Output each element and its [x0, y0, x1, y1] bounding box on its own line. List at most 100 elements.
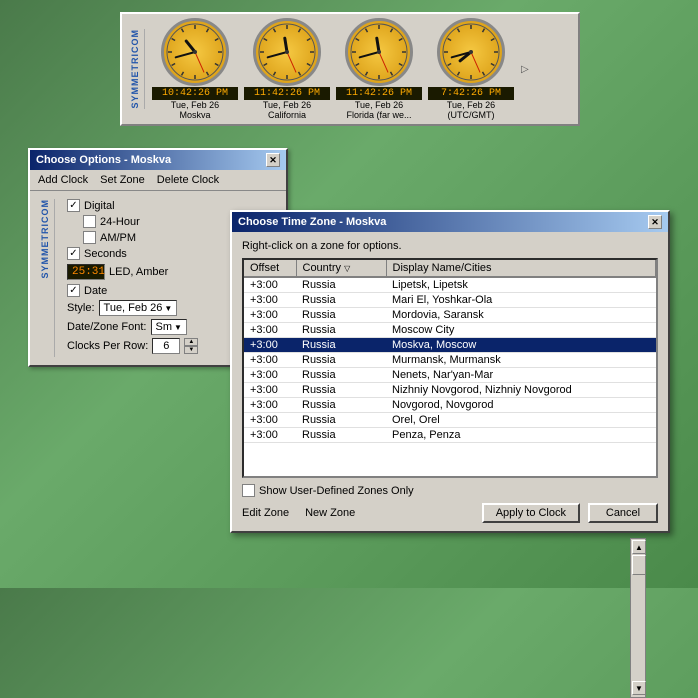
- date-label: Date: [84, 285, 107, 297]
- cell-offset: +3:00: [244, 293, 296, 308]
- clock-date-0: Tue, Feb 26: [171, 100, 219, 110]
- cell-offset: +3:00: [244, 383, 296, 398]
- clocks-per-row-label: Clocks Per Row:: [67, 340, 148, 352]
- led-preview: 25:31: [67, 264, 105, 280]
- edit-zone-btn[interactable]: Edit Zone: [242, 507, 289, 519]
- tz-close-button[interactable]: ✕: [648, 215, 662, 229]
- cell-displayname: Murmansk, Murmansk: [386, 353, 656, 368]
- font-select-arrow: ▼: [174, 323, 182, 332]
- digital-label: Digital: [84, 200, 115, 212]
- cell-displayname: Lipetsk, Lipetsk: [386, 277, 656, 293]
- scroll-arrow[interactable]: ▷: [521, 64, 529, 75]
- ampm-checkbox[interactable]: [83, 231, 96, 244]
- options-logo: Symmetricom: [40, 199, 55, 357]
- date-checkbox[interactable]: ✓: [67, 284, 80, 297]
- table-row[interactable]: +3:00 Russia Mordovia, Saransk: [244, 308, 656, 323]
- table-row[interactable]: +3:00 Russia Novgorod, Novgorod: [244, 398, 656, 413]
- table-row[interactable]: +3:00 Russia Lipetsk, Lipetsk: [244, 277, 656, 293]
- cell-country: Russia: [296, 323, 386, 338]
- col-country[interactable]: Country ▽: [296, 260, 386, 277]
- clock-date-1: Tue, Feb 26: [263, 100, 311, 110]
- tz-scrollbar[interactable]: ▲ ▼: [630, 538, 646, 698]
- tz-body: Right-click on a zone for options. Offse…: [232, 232, 668, 531]
- clock-time-2: 11:42:26 PM: [336, 87, 422, 100]
- tz-table-container[interactable]: Offset Country ▽ Display Name/Cities +3:…: [242, 258, 658, 478]
- table-row[interactable]: +3:00 Russia Moskva, Moscow: [244, 338, 656, 353]
- delete-clock-menu[interactable]: Delete Clock: [157, 174, 219, 186]
- style-select-arrow: ▼: [164, 304, 172, 313]
- new-zone-btn[interactable]: New Zone: [305, 507, 355, 519]
- style-select[interactable]: Tue, Feb 26 ▼: [99, 300, 178, 316]
- clock-date-2: Tue, Feb 26: [355, 100, 403, 110]
- cell-offset: +3:00: [244, 308, 296, 323]
- seconds-checkbox[interactable]: ✓: [67, 247, 80, 260]
- user-zones-row: Show User-Defined Zones Only: [242, 484, 658, 497]
- hour24-checkbox[interactable]: [83, 215, 96, 228]
- clock-time-1: 11:42:26 PM: [244, 87, 330, 100]
- clock-item-1[interactable]: 11:42:26 PM Tue, Feb 26 California: [243, 18, 331, 120]
- ampm-label: AM/PM: [100, 232, 136, 244]
- user-zones-checkbox[interactable]: [242, 484, 255, 497]
- cell-offset: +3:00: [244, 413, 296, 428]
- cell-country: Russia: [296, 338, 386, 353]
- cell-country: Russia: [296, 413, 386, 428]
- set-zone-menu[interactable]: Set Zone: [100, 174, 145, 186]
- cell-offset: +3:00: [244, 353, 296, 368]
- table-row[interactable]: +3:00 Russia Moscow City: [244, 323, 656, 338]
- options-title: Choose Options - Moskva: [36, 154, 171, 166]
- cell-country: Russia: [296, 383, 386, 398]
- brand-logo: Symmetricom: [130, 29, 145, 109]
- scroll-thumb[interactable]: [632, 555, 646, 575]
- clock-label-2: Florida (far we...: [346, 110, 411, 120]
- cell-displayname: Nizhniy Novgorod, Nizhniy Novgorod: [386, 383, 656, 398]
- clock-time-0: 10:42:26 PM: [152, 87, 238, 100]
- cell-displayname: Orel, Orel: [386, 413, 656, 428]
- tz-hint: Right-click on a zone for options.: [242, 240, 658, 252]
- tz-footer-right: Apply to Clock Cancel: [482, 503, 658, 523]
- options-titlebar: Choose Options - Moskva ✕: [30, 150, 286, 170]
- clock-bar: Symmetricom 10:42:26 PM Tue, Feb 26 Mosk…: [120, 12, 580, 126]
- clock-item-0[interactable]: 10:42:26 PM Tue, Feb 26 Moskva: [151, 18, 239, 120]
- spinner-down[interactable]: ▼: [184, 346, 198, 354]
- clock-time-3: 7:42:26 PM: [428, 87, 514, 100]
- table-row[interactable]: +3:00 Russia Mari El, Yoshkar-Ola: [244, 293, 656, 308]
- cell-country: Russia: [296, 293, 386, 308]
- clock-label-1: California: [268, 110, 306, 120]
- table-row[interactable]: +3:00 Russia Penza, Penza: [244, 428, 656, 443]
- cell-offset: +3:00: [244, 323, 296, 338]
- clock-item-3[interactable]: 7:42:26 PM Tue, Feb 26 (UTC/GMT): [427, 18, 515, 120]
- font-select[interactable]: Sm ▼: [151, 319, 187, 335]
- col-offset[interactable]: Offset: [244, 260, 296, 277]
- table-row[interactable]: +3:00 Russia Orel, Orel: [244, 413, 656, 428]
- led-type-label: LED, Amber: [109, 266, 168, 278]
- cell-displayname: Penza, Penza: [386, 428, 656, 443]
- tz-footer: Edit Zone New Zone Apply to Clock Cancel: [242, 503, 658, 523]
- spinner-up[interactable]: ▲: [184, 338, 198, 346]
- cell-offset: +3:00: [244, 338, 296, 353]
- digital-checkbox[interactable]: ✓: [67, 199, 80, 212]
- add-clock-menu[interactable]: Add Clock: [38, 174, 88, 186]
- font-label: Date/Zone Font:: [67, 321, 147, 333]
- cell-displayname: Mari El, Yoshkar-Ola: [386, 293, 656, 308]
- cell-offset: +3:00: [244, 428, 296, 443]
- scroll-down-btn[interactable]: ▼: [632, 681, 646, 695]
- table-row[interactable]: +3:00 Russia Nizhniy Novgorod, Nizhniy N…: [244, 383, 656, 398]
- col-displayname[interactable]: Display Name/Cities: [386, 260, 656, 277]
- cell-country: Russia: [296, 308, 386, 323]
- scroll-up-btn[interactable]: ▲: [632, 540, 646, 554]
- cell-offset: +3:00: [244, 368, 296, 383]
- table-row[interactable]: +3:00 Russia Murmansk, Murmansk: [244, 353, 656, 368]
- cancel-btn[interactable]: Cancel: [588, 503, 658, 523]
- sort-icon: ▽: [344, 264, 350, 273]
- clock-item-2[interactable]: 11:42:26 PM Tue, Feb 26 Florida (far we.…: [335, 18, 423, 120]
- tz-title: Choose Time Zone - Moskva: [238, 216, 386, 228]
- options-close-button[interactable]: ✕: [266, 153, 280, 167]
- cell-country: Russia: [296, 353, 386, 368]
- clocks-per-row-input[interactable]: 6: [152, 338, 180, 354]
- cell-country: Russia: [296, 398, 386, 413]
- clocks-spinner: ▲ ▼: [184, 338, 198, 354]
- table-row[interactable]: +3:00 Russia Nenets, Nar'yan-Mar: [244, 368, 656, 383]
- cell-displayname: Nenets, Nar'yan-Mar: [386, 368, 656, 383]
- tz-footer-left: Edit Zone New Zone: [242, 507, 355, 519]
- apply-to-clock-btn[interactable]: Apply to Clock: [482, 503, 580, 523]
